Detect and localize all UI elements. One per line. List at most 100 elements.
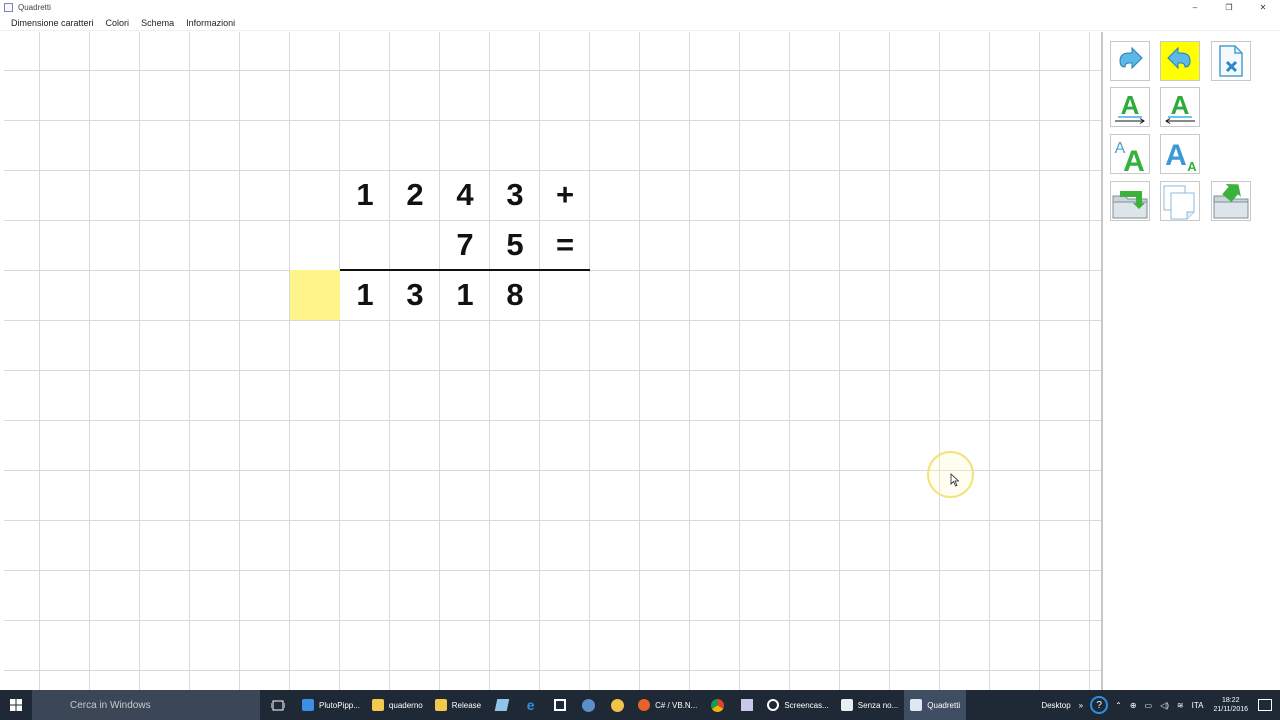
task-label: Screencas... xyxy=(784,700,829,710)
equals-sign-cell[interactable]: = xyxy=(540,220,590,270)
digit-cell[interactable]: 4 xyxy=(440,170,490,220)
volume-icon[interactable]: ◁) xyxy=(1156,701,1173,710)
result-digit-cell[interactable]: 1 xyxy=(440,270,490,320)
folder-icon xyxy=(434,699,447,711)
font-bigger-button[interactable]: A A xyxy=(1110,134,1150,174)
text-direction-left-icon: A xyxy=(1165,90,1195,124)
close-button[interactable]: ✕ xyxy=(1246,0,1280,15)
move-right-button[interactable] xyxy=(1110,41,1150,81)
app-window-icon xyxy=(910,699,923,711)
minimize-button[interactable]: – xyxy=(1178,0,1212,15)
move-left-button[interactable] xyxy=(1160,41,1200,81)
notepad-icon xyxy=(840,699,853,711)
chevron-right-icon[interactable]: » xyxy=(1075,701,1087,710)
task-view-button[interactable] xyxy=(260,690,296,720)
arrow-right-icon xyxy=(1119,46,1143,70)
result-digit-cell[interactable]: 3 xyxy=(390,270,440,320)
new-page-icon xyxy=(1163,185,1195,220)
paint-icon xyxy=(611,698,625,712)
selected-cell[interactable] xyxy=(290,270,340,320)
clock-time: 18:22 xyxy=(1221,697,1240,704)
task-screencast[interactable]: Screencas... xyxy=(761,690,834,720)
menu-colors[interactable]: Colori xyxy=(101,15,135,31)
digit-cell[interactable]: 7 xyxy=(440,220,490,270)
start-button[interactable] xyxy=(0,690,32,720)
network-icon[interactable]: ⊕ xyxy=(1126,701,1141,710)
grid-margin xyxy=(0,32,4,690)
window-title: Quadretti xyxy=(18,3,51,12)
text-right-button[interactable]: A xyxy=(1110,87,1150,127)
wifi-icon[interactable]: ≋ xyxy=(1173,701,1188,710)
system-tray: Desktop » ? ⌃ ⊕ ▭ ◁) ≋ ITA 18:22 21/11/2… xyxy=(1037,690,1280,720)
task-release[interactable]: Release xyxy=(429,690,487,720)
close-document-icon xyxy=(1219,45,1243,77)
task-paint[interactable] xyxy=(603,690,632,720)
open-folder-icon xyxy=(1112,191,1148,219)
language-indicator[interactable]: ITA xyxy=(1188,701,1208,710)
task-store[interactable] xyxy=(545,690,574,720)
task-label: Release xyxy=(451,700,482,710)
font-size-increase-icon: A A xyxy=(1115,140,1145,173)
task-notepad[interactable]: Senza no... xyxy=(835,690,904,720)
record-icon xyxy=(767,699,780,711)
svg-text:A: A xyxy=(1171,90,1190,120)
task-label: PlutoPipp... xyxy=(319,700,360,710)
battery-icon[interactable]: ▭ xyxy=(1141,701,1157,710)
help-icon[interactable]: ? xyxy=(1090,696,1109,714)
task-chrome[interactable] xyxy=(703,690,732,720)
task-pinned-app[interactable] xyxy=(487,690,516,720)
digit-cell[interactable]: 5 xyxy=(490,220,540,270)
notifications-icon[interactable] xyxy=(1258,699,1272,711)
app-window-icon xyxy=(302,699,314,711)
menu-scheme[interactable]: Schema xyxy=(136,15,179,31)
task-edge[interactable]: e xyxy=(516,690,545,720)
clock[interactable]: 18:22 21/11/2016 xyxy=(1207,696,1254,714)
text-direction-right-icon: A xyxy=(1115,90,1145,124)
edge-icon: e xyxy=(526,697,535,713)
tool-panel xyxy=(1103,32,1280,690)
result-digit-cell[interactable]: 8 xyxy=(490,270,540,320)
windows-logo-icon xyxy=(10,699,22,711)
result-digit-cell[interactable]: 1 xyxy=(340,270,390,320)
digit-cell[interactable]: 2 xyxy=(390,170,440,220)
font-smaller-button[interactable]: A A xyxy=(1160,134,1200,174)
mail-icon xyxy=(582,698,596,712)
task-plutopippo[interactable]: PlutoPipp... xyxy=(296,690,366,720)
menu-info[interactable]: Informazioni xyxy=(181,15,240,31)
task-label: Senza no... xyxy=(857,700,899,710)
editor-icon xyxy=(740,699,753,711)
svg-text:A: A xyxy=(1123,145,1145,173)
open-button[interactable] xyxy=(1110,181,1150,221)
task-editor[interactable] xyxy=(732,690,761,720)
plus-sign-cell[interactable]: + xyxy=(540,170,590,220)
arrow-left-icon xyxy=(1167,46,1191,70)
svg-text:A: A xyxy=(1121,90,1140,120)
restore-button[interactable]: ❐ xyxy=(1212,0,1246,15)
task-label: Quadretti xyxy=(927,700,961,710)
grid-worksheet[interactable] xyxy=(0,32,1101,690)
menu-bar: Dimensione caratteri Colori Schema Infor… xyxy=(0,15,1280,31)
digit-cell[interactable]: 1 xyxy=(340,170,390,220)
task-view-icon xyxy=(271,700,285,710)
digit-cell[interactable]: 3 xyxy=(490,170,540,220)
store-icon xyxy=(553,699,566,711)
app-icon xyxy=(494,699,509,711)
chevron-up-icon[interactable]: ⌃ xyxy=(1111,701,1126,710)
mouse-pointer-icon xyxy=(950,473,960,487)
task-quaderno[interactable]: quaderno xyxy=(366,690,429,720)
task-label: C# / VB.N... xyxy=(655,700,698,710)
desktop-toolbar[interactable]: Desktop xyxy=(1037,701,1074,710)
task-quadretti[interactable]: Quadretti xyxy=(904,690,967,720)
taskbar: Cerca in Windows PlutoPipp... quaderno R… xyxy=(0,690,1280,720)
task-firefox[interactable]: C# / VB.N... xyxy=(632,690,703,720)
task-mail[interactable] xyxy=(574,690,603,720)
text-left-button[interactable]: A xyxy=(1160,87,1200,127)
firefox-icon xyxy=(638,699,651,711)
search-input[interactable]: Cerca in Windows xyxy=(32,690,260,720)
svg-text:A: A xyxy=(1165,139,1187,172)
save-button[interactable] xyxy=(1211,181,1251,221)
svg-text:A: A xyxy=(1187,159,1197,173)
menu-font-size[interactable]: Dimensione caratteri xyxy=(6,15,99,31)
new-page-button[interactable] xyxy=(1160,181,1200,221)
clear-page-button[interactable] xyxy=(1211,41,1251,81)
